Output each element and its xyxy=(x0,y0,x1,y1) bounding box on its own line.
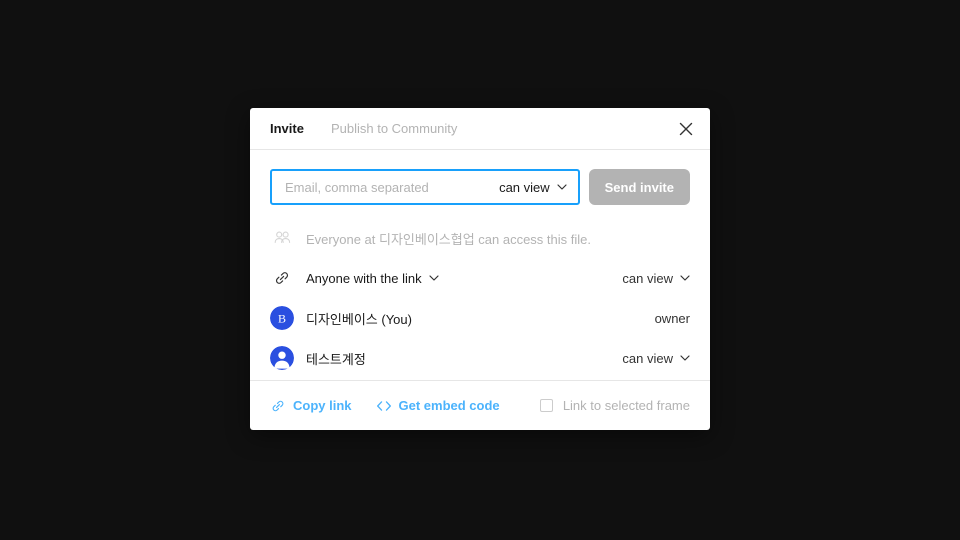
dialog-footer: Copy link Get embed code Link to selecte… xyxy=(250,380,710,430)
owner-permission-label: owner xyxy=(654,310,690,326)
share-dialog: Invite Publish to Community can view Sen… xyxy=(250,108,710,430)
chevron-down-icon xyxy=(557,184,567,190)
people-icon xyxy=(270,226,294,250)
everyone-at-org-label: Everyone at 디자인베이스협업 can access this fil… xyxy=(306,231,591,247)
link-icon xyxy=(270,266,294,290)
send-invite-button[interactable]: Send invite xyxy=(588,169,690,205)
avatar-owner: B xyxy=(270,306,294,330)
owner-name-label: 디자인베이스 (You) xyxy=(306,311,412,327)
dialog-header: Invite Publish to Community xyxy=(250,108,710,150)
email-field[interactable]: can view xyxy=(270,169,580,205)
anyone-with-link-label: Anyone with the link xyxy=(306,270,422,286)
link-to-selected-frame-toggle[interactable]: Link to selected frame xyxy=(539,398,690,413)
chevron-down-icon xyxy=(680,355,690,361)
chevron-down-icon xyxy=(429,275,439,281)
invite-permission-dropdown[interactable]: can view xyxy=(491,180,567,195)
list-item-anyone-with-link: Anyone with the link can view xyxy=(270,258,690,298)
link-to-selected-frame-label: Link to selected frame xyxy=(562,398,690,413)
close-icon xyxy=(679,122,693,135)
anyone-with-link-permission-label: can view xyxy=(622,270,673,286)
avatar-initial: B xyxy=(278,311,286,325)
list-item-member: 테스트계정 can view xyxy=(270,338,690,378)
avatar-member xyxy=(270,346,294,370)
copy-link-label: Copy link xyxy=(293,398,352,413)
anyone-with-link-dropdown[interactable]: Anyone with the link xyxy=(306,271,439,286)
invite-permission-label: can view xyxy=(499,179,550,195)
member-permission-dropdown[interactable]: can view xyxy=(622,351,690,366)
tab-publish-to-community[interactable]: Publish to Community xyxy=(331,122,457,135)
member-permission-label: can view xyxy=(622,350,673,366)
link-icon xyxy=(272,400,284,411)
member-name-label: 테스트계정 xyxy=(306,351,366,367)
chevron-down-icon xyxy=(680,275,690,281)
link-to-selected-frame-checkbox[interactable] xyxy=(539,399,553,412)
get-embed-code-label: Get embed code xyxy=(398,398,500,413)
list-item-everyone-at-org: Everyone at 디자인베이스협업 can access this fil… xyxy=(270,218,690,258)
invite-row: can view Send invite xyxy=(250,150,710,218)
list-item-owner: B 디자인베이스 (You) owner xyxy=(270,298,690,338)
email-input[interactable] xyxy=(285,179,492,195)
tab-invite[interactable]: Invite xyxy=(270,122,304,135)
code-brackets-icon xyxy=(376,400,391,411)
copy-link-button[interactable]: Copy link xyxy=(270,398,352,414)
get-embed-code-button[interactable]: Get embed code xyxy=(376,398,500,413)
share-list: Everyone at 디자인베이스협업 can access this fil… xyxy=(250,218,710,380)
close-button[interactable] xyxy=(674,117,698,141)
anyone-with-link-permission-dropdown[interactable]: can view xyxy=(622,271,690,286)
